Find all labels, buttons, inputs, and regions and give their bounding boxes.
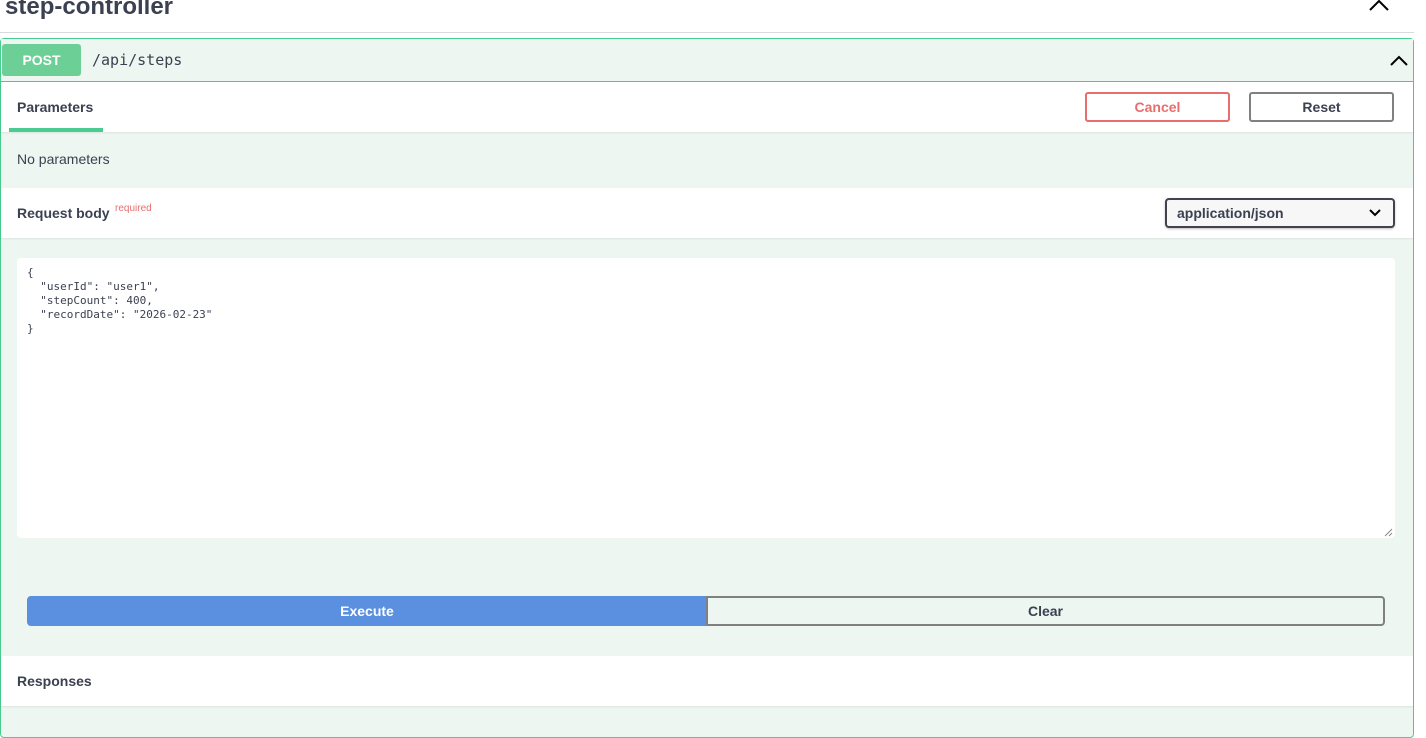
chevron-up-icon[interactable] [1389,55,1409,67]
execute-wrapper: Execute Clear [27,596,1385,626]
method-badge: POST [2,44,81,76]
opblock-post: POST /api/steps Parameters Cancel Reset … [0,38,1414,738]
chevron-down-icon [1369,209,1381,217]
execute-button[interactable]: Execute [27,596,707,626]
request-body-title: Request body [17,205,110,221]
required-label: required [115,203,152,214]
chevron-up-icon[interactable] [1368,0,1390,12]
parameters-header: Parameters Cancel Reset [1,82,1413,132]
responses-title: Responses [17,673,92,689]
content-type-select[interactable]: application/json [1165,198,1395,228]
endpoint-path: /api/steps [92,51,183,69]
reset-button[interactable]: Reset [1249,92,1394,122]
request-body-editor[interactable]: { "userId": "user1", "stepCount": 400, "… [17,258,1395,538]
tab-parameters-label: Parameters [17,99,94,115]
cancel-button[interactable]: Cancel [1085,92,1230,122]
resize-grip-icon[interactable] [1384,528,1393,537]
opblock-summary[interactable]: POST /api/steps [1,39,1413,82]
no-parameters-text: No parameters [17,151,110,167]
request-body-header: Request body required application/json [1,188,1413,238]
tag-header[interactable]: step-controller [0,0,1414,33]
responses-header: Responses [1,656,1413,706]
clear-button[interactable]: Clear [706,596,1385,626]
content-type-value: application/json [1177,205,1284,221]
tab-parameters[interactable]: Parameters [9,82,103,132]
tag-title: step-controller [5,0,174,20]
